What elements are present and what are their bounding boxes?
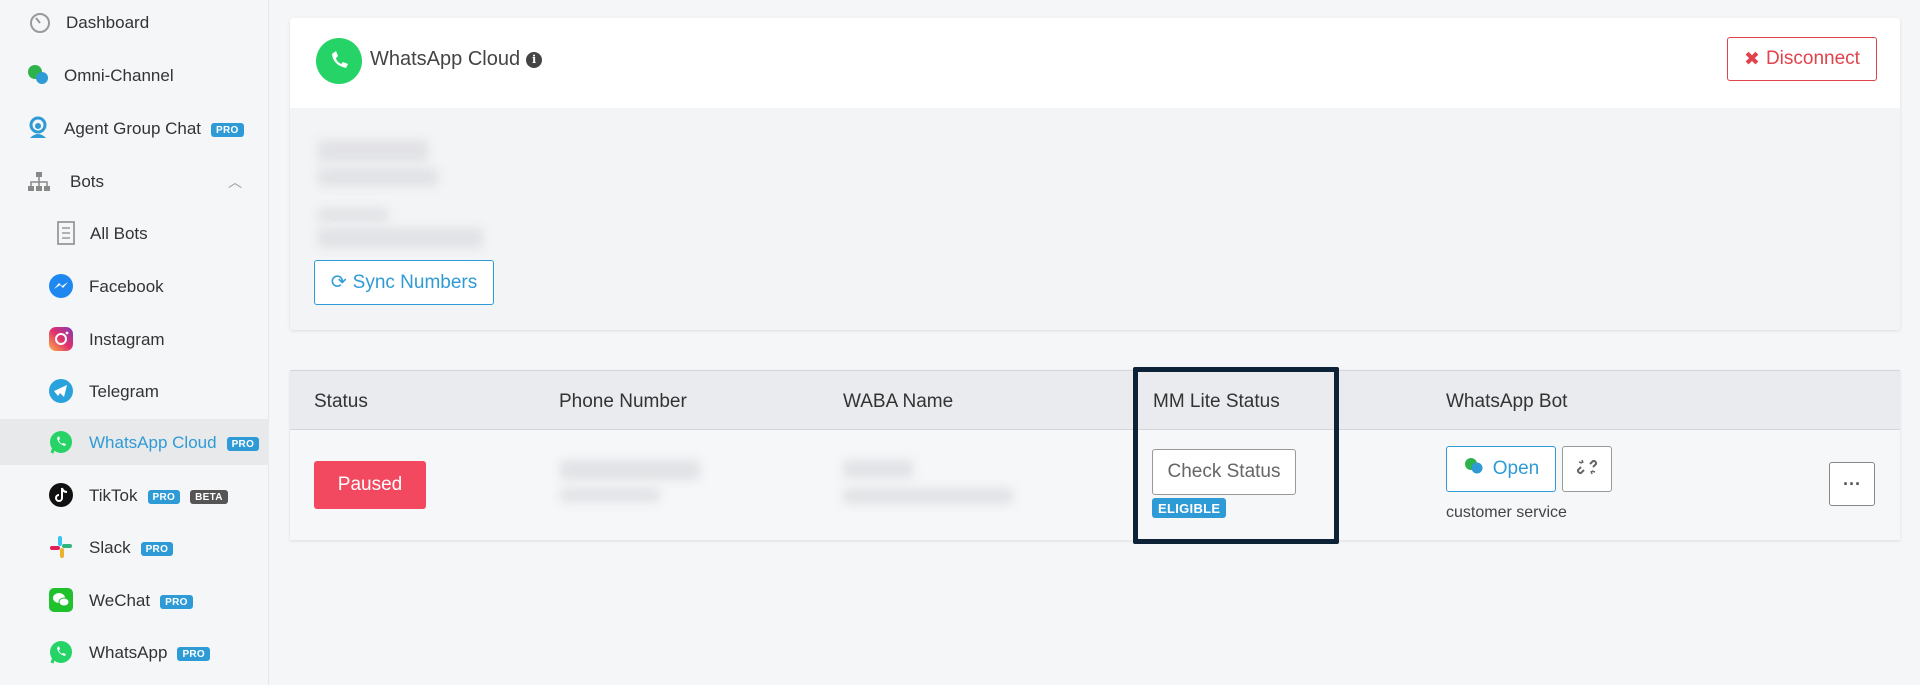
- whatsapp-icon: [48, 429, 74, 455]
- wechat-icon: [48, 587, 74, 613]
- pro-badge: PRO: [211, 122, 244, 137]
- sidebar-item-telegram[interactable]: Telegram: [0, 368, 269, 414]
- pro-badge: PRO: [147, 489, 181, 504]
- document-icon: [53, 220, 79, 246]
- sidebar-item-all-bots[interactable]: All Bots: [0, 210, 269, 256]
- slack-icon: [48, 534, 74, 560]
- sidebar-item-label: WhatsApp: [89, 643, 168, 662]
- sidebar-item-label: WeChat: [89, 591, 151, 610]
- sidebar-item-label: All Bots: [90, 224, 148, 243]
- sidebar-item-label: Omni-Channel: [64, 66, 174, 85]
- disconnect-button[interactable]: ✖ Disconnect: [1727, 37, 1877, 81]
- sidebar-item-label: TikTok: [89, 486, 138, 505]
- pro-badge: PRO: [226, 436, 260, 451]
- sidebar-item-label: Dashboard: [66, 13, 150, 32]
- sidebar-item-label: Agent Group Chat: [64, 119, 202, 138]
- pro-badge: PRO: [160, 594, 193, 609]
- pro-badge: PRO: [177, 646, 211, 661]
- pro-badge: PRO: [140, 541, 174, 556]
- headset-icon: [25, 115, 51, 141]
- sidebar-item-whatsapp-cloud[interactable]: WhatsApp Cloud PRO: [0, 419, 269, 465]
- sidebar-item-label: Instagram: [89, 330, 165, 349]
- column-header-phone-number: Phone Number: [559, 391, 687, 412]
- sidebar-item-bots[interactable]: Bots ︿: [0, 158, 269, 204]
- redacted-waba-name: [843, 488, 1013, 504]
- unlink-bot-button[interactable]: [1562, 446, 1612, 492]
- sidebar-item-label: Facebook: [89, 277, 164, 296]
- chat-bubbles-icon: [1463, 456, 1485, 482]
- sync-numbers-button[interactable]: ⟳ Sync Numbers: [314, 260, 494, 305]
- column-header-status: Status: [314, 391, 368, 412]
- sidebar-item-label: Bots: [70, 172, 105, 191]
- messenger-icon: [48, 273, 74, 299]
- redacted-waba-name: [843, 460, 913, 478]
- instagram-icon: [48, 326, 74, 352]
- highlight-box: [1133, 367, 1339, 544]
- redacted-info: [318, 168, 438, 186]
- sidebar-item-label: Slack: [89, 538, 131, 557]
- sidebar-item-label: WhatsApp Cloud: [89, 433, 217, 452]
- redacted-info: [318, 228, 483, 248]
- more-options-button[interactable]: ···: [1829, 462, 1875, 506]
- whatsapp-icon: [48, 639, 74, 665]
- page-title: WhatsApp Cloud i: [370, 48, 543, 71]
- info-icon[interactable]: i: [526, 51, 543, 68]
- column-header-waba-name: WABA Name: [843, 391, 954, 412]
- chevron-up-icon[interactable]: ︿: [228, 172, 242, 192]
- status-paused-button[interactable]: Paused: [314, 461, 426, 509]
- unlink-icon: [1576, 456, 1598, 483]
- redacted-info: [318, 140, 428, 162]
- sidebar-item-dashboard[interactable]: Dashboard: [0, 0, 269, 46]
- sidebar-item-slack[interactable]: Slack PRO: [0, 524, 269, 570]
- sidebar-item-instagram[interactable]: Instagram: [0, 316, 269, 362]
- telegram-icon: [48, 378, 74, 404]
- sidebar-item-wechat[interactable]: WeChat PRO: [0, 577, 269, 623]
- sidebar-item-tiktok[interactable]: TikTok PRO BETA: [0, 472, 269, 518]
- sidebar-item-whatsapp[interactable]: WhatsApp PRO: [0, 629, 269, 675]
- redacted-phone-number: [560, 460, 700, 480]
- card-header: WhatsApp Cloud i ✖ Disconnect: [290, 18, 1900, 108]
- numbers-table: Status Phone Number WABA Name MM Lite St…: [290, 370, 1900, 540]
- refresh-icon: ⟳: [330, 272, 347, 293]
- column-header-whatsapp-bot: WhatsApp Bot: [1446, 391, 1568, 412]
- whatsapp-logo-icon: [316, 38, 362, 84]
- redacted-info: [318, 208, 388, 222]
- chat-bubbles-icon: [25, 62, 51, 88]
- gauge-icon: [27, 10, 53, 36]
- sidebar-item-label: Telegram: [89, 382, 159, 401]
- redacted-phone-number: [560, 488, 660, 502]
- bot-name: customer service: [1446, 504, 1567, 521]
- close-icon: ✖: [1744, 48, 1760, 70]
- table-header: Status Phone Number WABA Name MM Lite St…: [290, 370, 1900, 430]
- whatsapp-cloud-card: WhatsApp Cloud i ✖ Disconnect ⟳ Sync Numb…: [290, 18, 1900, 330]
- sidebar-item-omni-channel[interactable]: Omni-Channel: [0, 52, 269, 98]
- sidebar-item-agent-group-chat[interactable]: Agent Group Chat PRO: [0, 105, 269, 151]
- tiktok-icon: [48, 482, 74, 508]
- open-bot-button[interactable]: Open: [1446, 446, 1556, 492]
- sitemap-icon: [26, 169, 52, 195]
- sidebar: Dashboard Omni-Channel Agent Group Chat P…: [0, 0, 269, 685]
- beta-badge: BETA: [190, 489, 228, 504]
- sidebar-item-facebook[interactable]: Facebook: [0, 263, 269, 309]
